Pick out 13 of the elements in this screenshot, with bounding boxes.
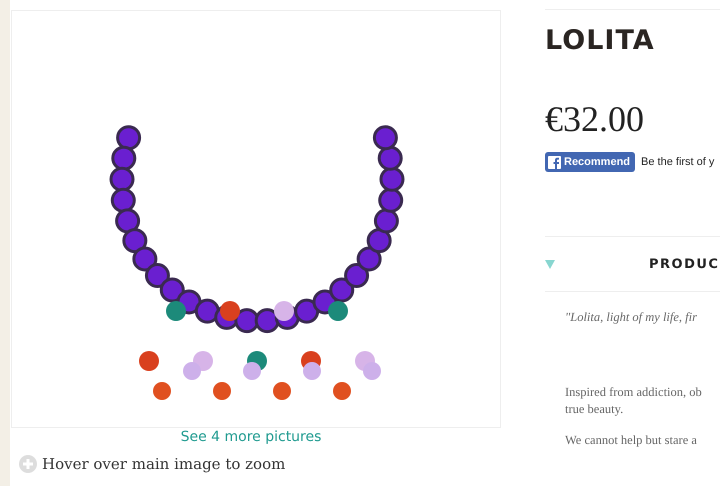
price: €32.00 [545, 98, 645, 140]
more-pictures-link[interactable]: See 4 more pictures [180, 429, 322, 445]
description-text: We cannot help but stare a [565, 433, 698, 448]
recommend-button[interactable]: Recommend [545, 152, 636, 172]
description-text: true beauty. [565, 402, 624, 417]
description-header[interactable]: PRODUC [545, 236, 720, 292]
recommend-text: Be the first of y [641, 156, 714, 168]
quote-text: "Lolita, light of my life, fir [565, 310, 698, 325]
zoom-hint: Hover over main image to zoom [42, 455, 286, 473]
description-text: Inspired from addiction, ob [565, 385, 703, 400]
plus-icon [19, 455, 37, 473]
facebook-icon [548, 156, 561, 168]
product-title: LOLITA [545, 25, 656, 56]
